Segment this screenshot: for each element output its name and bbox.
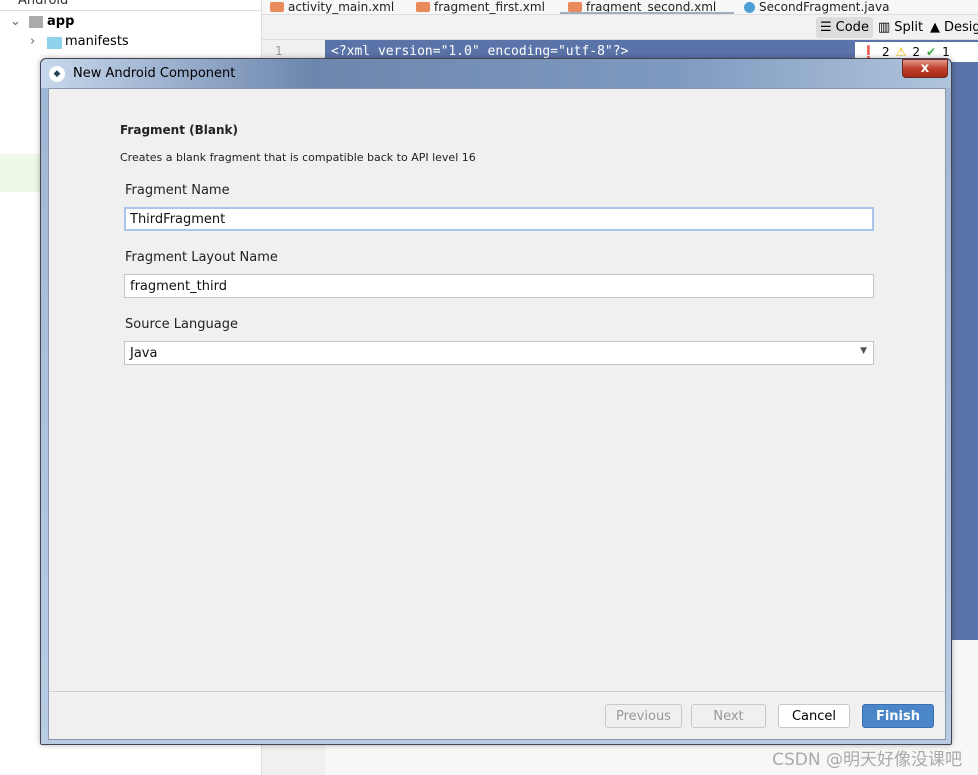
line-number: 1 — [275, 44, 283, 58]
dialog-titlebar[interactable]: ◆ New Android Component — [41, 59, 951, 88]
view-selector[interactable]: Android — [18, 0, 68, 8]
layout-name-input[interactable]: fragment_third — [124, 274, 874, 298]
xml-icon — [416, 2, 430, 12]
tab-fragment-first[interactable]: fragment_first.xml — [416, 0, 545, 14]
finish-button[interactable]: Finish — [862, 704, 934, 728]
split-icon: ▥ — [878, 20, 891, 35]
error-count: 2 — [881, 45, 890, 59]
split-view-button[interactable]: ▥ Split — [874, 17, 927, 38]
watermark: CSDN @明天好像没课吧 — [772, 750, 962, 770]
design-view-button[interactable]: ▲ Design — [926, 17, 978, 38]
warning-icon: ⚠ — [895, 45, 907, 59]
next-button[interactable]: Next — [691, 704, 766, 728]
tab-activity-main[interactable]: activity_main.xml — [270, 0, 394, 14]
layout-name-label: Fragment Layout Name — [125, 250, 278, 265]
check-icon: ✔ — [926, 45, 937, 59]
class-icon — [744, 1, 755, 13]
image-icon: ▲ — [930, 20, 940, 35]
tab-label: SecondFragment.java — [759, 0, 890, 14]
cancel-button[interactable]: Cancel — [778, 704, 850, 728]
editor-toolbar: ☰Code ▥Split ▲ Design — [262, 15, 978, 40]
editor-tabs: activity_main.xml fragment_first.xml fra… — [262, 0, 978, 15]
dialog-body: Fragment (Blank) Creates a blank fragmen… — [48, 88, 946, 740]
new-component-dialog: ◆ New Android Component x Fragment (Blan… — [40, 58, 952, 745]
tab-label: activity_main.xml — [288, 0, 395, 14]
code-label: Code — [835, 20, 869, 35]
selected-language: Java — [130, 346, 158, 361]
close-button[interactable]: x — [902, 59, 948, 78]
design-label: Design — [944, 20, 978, 35]
previous-button[interactable]: Previous — [605, 704, 682, 728]
template-description: Creates a blank fragment that is compati… — [120, 151, 476, 164]
code-view-button[interactable]: ☰ Code — [816, 17, 873, 38]
tree-highlight — [0, 154, 40, 192]
tab-second-fragment-java[interactable]: SecondFragment.java — [744, 0, 889, 14]
warning-count: 2 — [912, 45, 920, 59]
lines-icon: ☰ — [820, 20, 832, 35]
split-label: Split — [894, 20, 924, 35]
source-language-select[interactable]: Java ▼ — [124, 341, 874, 365]
code-line: <?xml version="1.0" encoding="utf-8"?> — [331, 44, 629, 59]
fragment-name-input[interactable]: ThirdFragment — [124, 207, 874, 231]
divider — [0, 10, 262, 11]
tab-label: fragment_first.xml — [434, 0, 545, 14]
template-heading: Fragment (Blank) — [120, 123, 238, 137]
fragment-name-label: Fragment Name — [125, 183, 230, 198]
tree-item-manifests[interactable]: manifests — [65, 34, 129, 49]
chevron-down-icon[interactable]: ⌄ — [10, 14, 21, 29]
divider — [49, 691, 945, 692]
xml-icon — [270, 2, 284, 12]
module-icon — [29, 16, 43, 28]
dropdown-arrow-icon: ▼ — [860, 346, 867, 356]
xml-icon — [568, 2, 582, 12]
ok-count: 1 — [942, 45, 950, 59]
android-studio-icon: ◆ — [49, 65, 65, 82]
chevron-right-icon[interactable]: › — [30, 34, 35, 49]
source-language-label: Source Language — [125, 317, 238, 332]
tree-item-app[interactable]: app — [47, 14, 74, 29]
error-icon: ❗ — [861, 45, 876, 59]
folder-icon — [47, 37, 62, 49]
dialog-title: New Android Component — [73, 66, 236, 81]
